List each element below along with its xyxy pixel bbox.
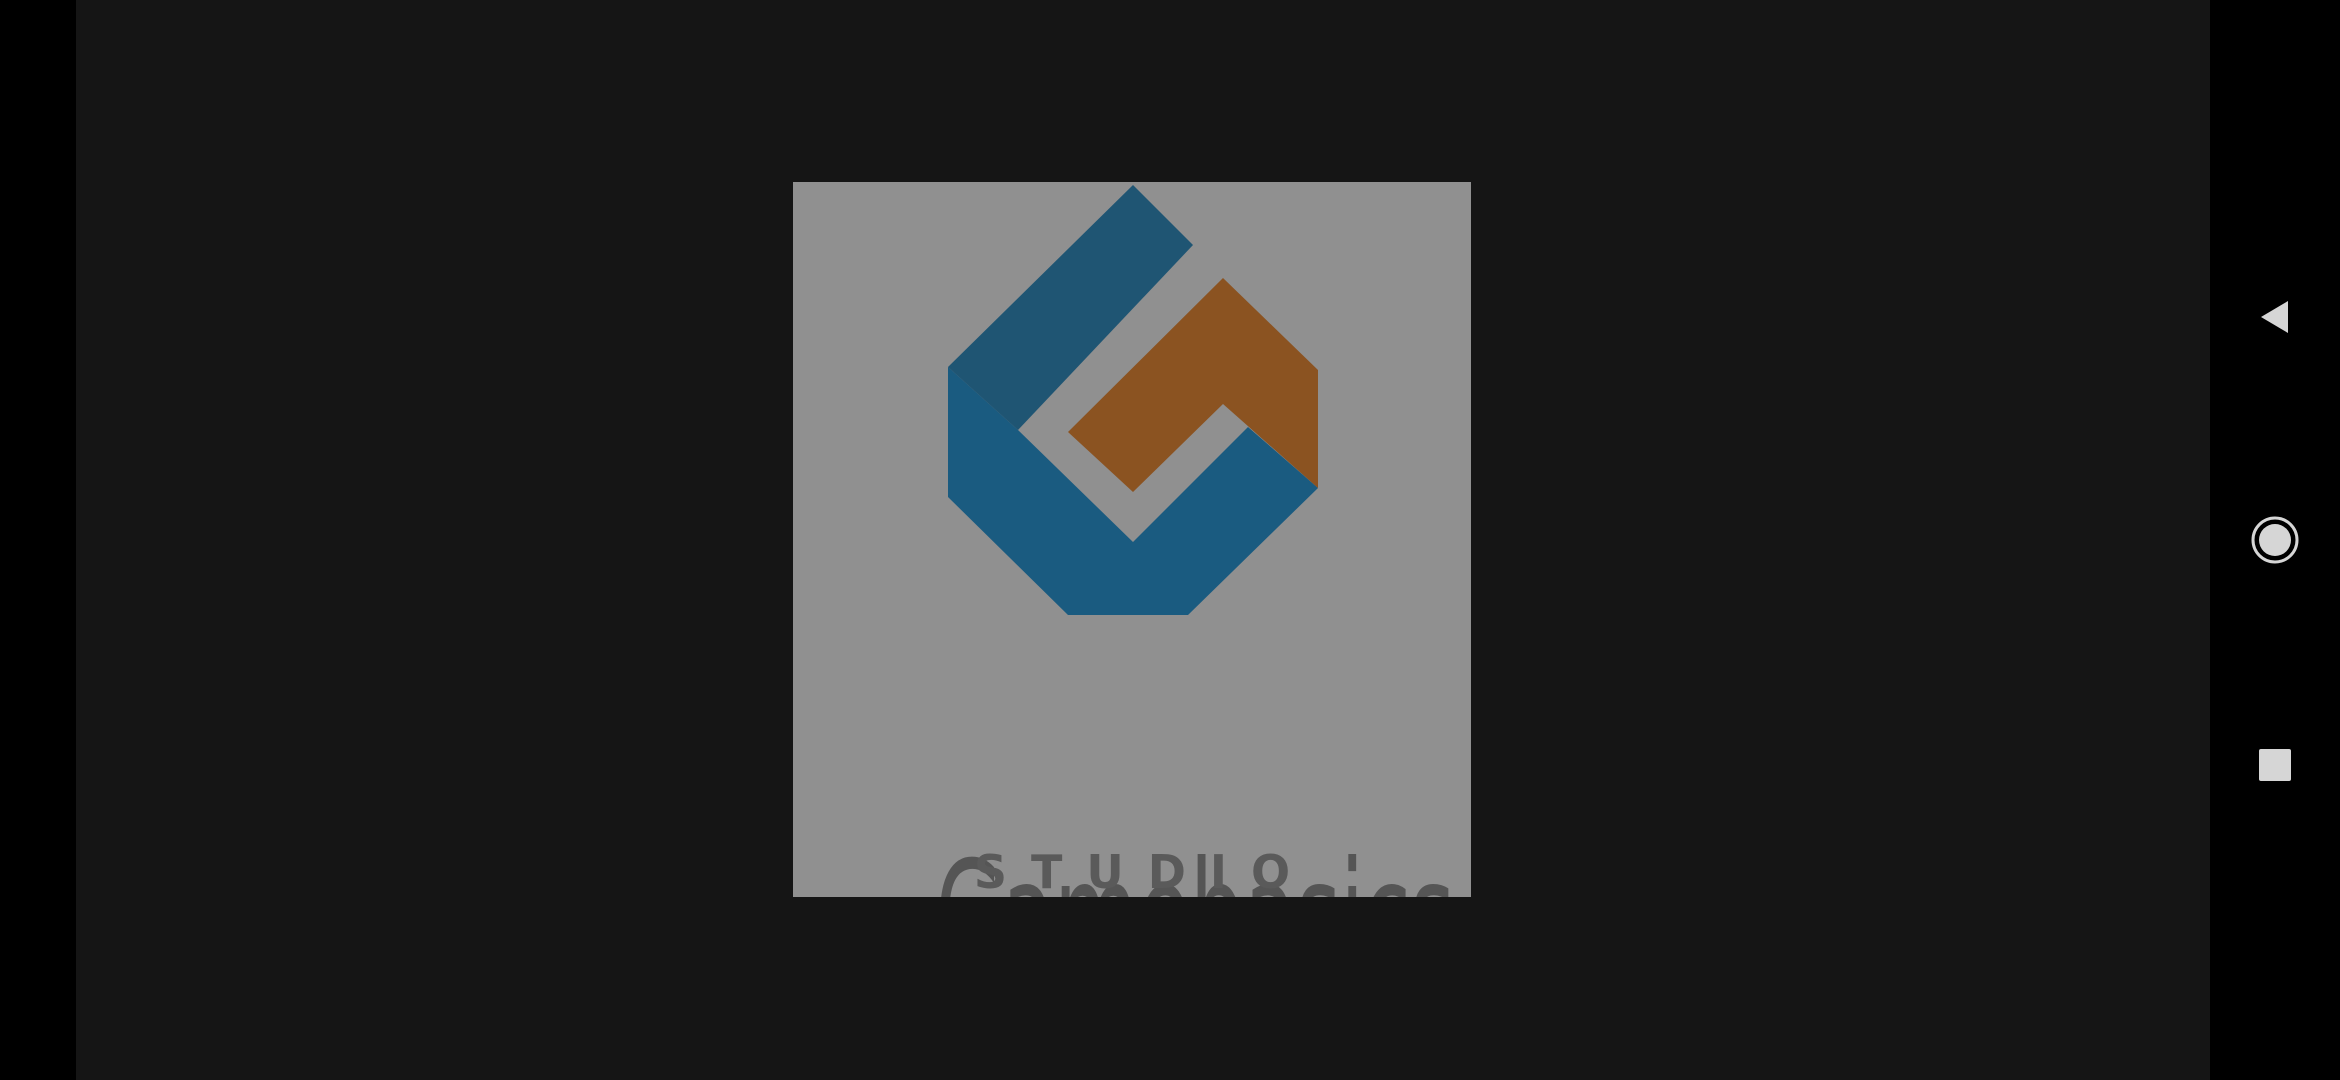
gamebasics-logo-icon bbox=[948, 185, 1318, 615]
back-triangle-icon bbox=[2261, 301, 2288, 333]
home-circle-icon bbox=[2251, 516, 2299, 564]
device-screen: Gamebasics STUDIO bbox=[0, 0, 2340, 1080]
recents-square-icon bbox=[2259, 749, 2291, 781]
back-button[interactable] bbox=[2210, 252, 2340, 382]
system-navigation-bar bbox=[2210, 0, 2340, 1080]
splash-logo-card: Gamebasics bbox=[793, 182, 1471, 897]
home-button[interactable] bbox=[2210, 475, 2340, 605]
brand-tagline: STUDIO bbox=[973, 845, 1315, 899]
display-cutout bbox=[0, 0, 76, 1080]
recents-button[interactable] bbox=[2210, 700, 2340, 830]
